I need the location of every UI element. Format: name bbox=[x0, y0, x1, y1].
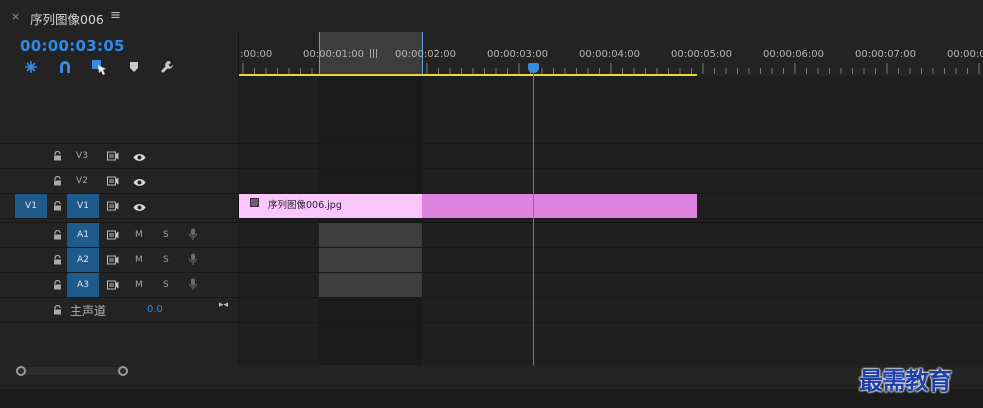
track-name-a3[interactable]: A3 bbox=[67, 273, 99, 297]
timeline-panel: × 序列图像006 ≡ ||| :00:00 00:00:01:00 00:00… bbox=[0, 0, 983, 408]
track-name-v2[interactable]: V2 bbox=[70, 176, 94, 186]
linked-selection-icon[interactable] bbox=[89, 58, 109, 76]
panel-tab-bar: × 序列图像006 ≡ bbox=[0, 0, 983, 32]
scroll-zoom-handle-left[interactable] bbox=[16, 366, 26, 376]
ruler-label: :00:00 bbox=[240, 49, 273, 60]
ruler-label: 00:00:02:00 bbox=[395, 49, 457, 60]
clip-fx-icon bbox=[250, 198, 259, 207]
work-area-bar[interactable] bbox=[239, 74, 697, 76]
master-track-label: 主声道 bbox=[70, 304, 107, 318]
solo-button[interactable]: S bbox=[163, 280, 169, 290]
ruler-label: 00:00:0 bbox=[947, 49, 983, 60]
lock-icon[interactable] bbox=[53, 280, 62, 290]
mute-button[interactable]: M bbox=[135, 255, 143, 265]
ruler-label: 00:00:04:00 bbox=[579, 49, 641, 60]
ruler-label: 00:00:03:00 bbox=[487, 49, 549, 60]
solo-button[interactable]: S bbox=[163, 230, 169, 240]
sync-lock-icon[interactable] bbox=[107, 255, 119, 268]
watermark-logo: 最需教育 bbox=[859, 366, 952, 395]
audio-range-a1 bbox=[319, 223, 422, 247]
playhead-line[interactable] bbox=[533, 68, 534, 365]
snap-icon[interactable] bbox=[21, 58, 41, 76]
microphone-icon[interactable] bbox=[189, 278, 197, 294]
go-to-next-edit-icon[interactable]: ▸◂ bbox=[219, 300, 228, 310]
lock-icon[interactable] bbox=[53, 151, 62, 161]
range-grip-icon[interactable]: ||| bbox=[369, 49, 378, 59]
horizontal-scrollbar[interactable] bbox=[0, 365, 983, 379]
playhead-timecode[interactable]: 00:00:03:05 bbox=[20, 37, 125, 55]
microphone-icon[interactable] bbox=[189, 253, 197, 269]
lock-icon[interactable] bbox=[53, 201, 62, 211]
marker-icon[interactable] bbox=[124, 58, 144, 76]
eye-icon[interactable] bbox=[133, 152, 146, 165]
audio-range-a3 bbox=[319, 273, 422, 297]
sync-lock-icon[interactable] bbox=[107, 230, 119, 243]
source-patch-v1[interactable]: V1 bbox=[15, 194, 47, 218]
eye-icon[interactable] bbox=[133, 177, 146, 190]
track-name-v3[interactable]: V3 bbox=[70, 151, 94, 161]
ruler-label: 00:00:07:00 bbox=[855, 49, 917, 60]
ruler-label: 00:00:05:00 bbox=[671, 49, 733, 60]
lock-icon[interactable] bbox=[53, 176, 62, 186]
lock-icon[interactable] bbox=[53, 230, 62, 240]
track-name-a1[interactable]: A1 bbox=[67, 223, 99, 247]
audio-range-a2 bbox=[319, 248, 422, 272]
ruler-label: 00:00:01:00 bbox=[303, 49, 365, 60]
scroll-zoom-handle-right[interactable] bbox=[118, 366, 128, 376]
master-volume-value[interactable]: 0.0 bbox=[147, 304, 163, 315]
sync-lock-icon[interactable] bbox=[107, 201, 119, 214]
mute-button[interactable]: M bbox=[135, 230, 143, 240]
ruler-label: 00:00:06:00 bbox=[763, 49, 825, 60]
playhead-handle[interactable] bbox=[528, 63, 539, 73]
magnet-icon[interactable] bbox=[55, 58, 75, 76]
track-name-v1[interactable]: V1 bbox=[67, 194, 99, 218]
sync-lock-icon[interactable] bbox=[107, 151, 119, 164]
clip-name: 序列图像006.jpg bbox=[268, 200, 342, 211]
sync-lock-icon[interactable] bbox=[107, 176, 119, 189]
panel-footer bbox=[0, 389, 983, 408]
sequence-tab-title[interactable]: 序列图像006 bbox=[30, 9, 104, 28]
microphone-icon[interactable] bbox=[189, 228, 197, 244]
panel-menu-icon[interactable]: ≡ bbox=[110, 8, 121, 23]
sync-lock-icon[interactable] bbox=[107, 280, 119, 293]
solo-button[interactable]: S bbox=[163, 255, 169, 265]
eye-icon[interactable] bbox=[133, 202, 146, 215]
scroll-thumb[interactable] bbox=[21, 367, 123, 375]
lock-icon[interactable] bbox=[53, 305, 62, 315]
wrench-icon[interactable] bbox=[157, 58, 177, 76]
close-tab-button[interactable]: × bbox=[11, 10, 20, 23]
lock-icon[interactable] bbox=[53, 255, 62, 265]
track-name-a2[interactable]: A2 bbox=[67, 248, 99, 272]
mute-button[interactable]: M bbox=[135, 280, 143, 290]
